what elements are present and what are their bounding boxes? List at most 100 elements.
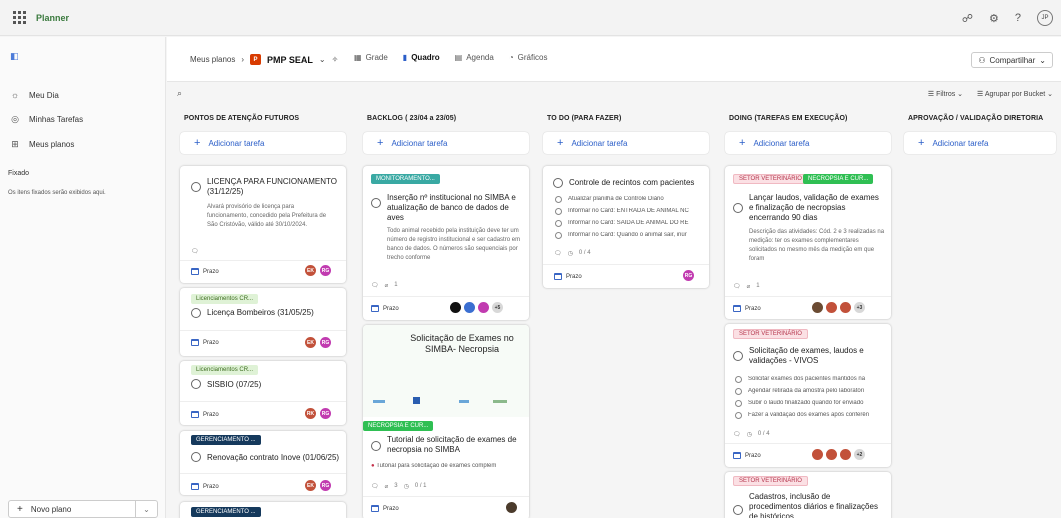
avatar[interactable] — [449, 301, 462, 314]
task-card[interactable]: GERENCIAMENTO ... Renovação contrato Ino… — [180, 431, 346, 495]
due-date[interactable]: Prazo — [554, 273, 582, 280]
add-task-button[interactable]: + Adicionar tarefa — [725, 132, 891, 154]
task-card[interactable]: Solicitação de Exames no SIMBA- Necropsi… — [363, 325, 529, 518]
task-card[interactable]: GERENCIAMENTO ... — [180, 502, 346, 518]
chevron-down-icon[interactable]: ⌄ — [135, 501, 157, 517]
avatar[interactable] — [463, 301, 476, 314]
avatar[interactable] — [477, 301, 490, 314]
tab-graficos[interactable]: ◔ Gráficos — [509, 53, 548, 62]
complete-checkbox[interactable] — [733, 505, 743, 515]
avatar[interactable] — [839, 448, 852, 461]
add-task-button[interactable]: + Adicionar tarefa — [904, 132, 1056, 154]
people-icon[interactable]: ☍ — [962, 12, 973, 25]
task-card[interactable]: Licenciamentos CR... SISBIO (07/25) Praz… — [180, 361, 346, 425]
avatar[interactable]: RG — [682, 269, 695, 282]
share-button[interactable]: ⚇ Compartilhar ⌄ — [971, 52, 1053, 68]
filters-button[interactable]: ☰ Filtros ⌄ — [928, 90, 963, 98]
complete-checkbox[interactable] — [191, 379, 201, 389]
avatar[interactable] — [811, 301, 824, 314]
due-date[interactable]: Prazo — [733, 305, 761, 312]
avatar[interactable]: EK — [304, 264, 317, 277]
group-by-button[interactable]: ☰ Agrupar por Bucket ⌄ — [977, 90, 1053, 98]
avatar[interactable]: RG — [319, 479, 332, 492]
attachment-link[interactable]: ● Tutorial para solicitação de exames co… — [371, 463, 521, 469]
task-card[interactable]: SETOR VETERINÁRIO Solicitação de exames,… — [725, 324, 891, 467]
tab-agenda[interactable]: ▤ Agenda — [455, 53, 494, 62]
user-avatar[interactable]: JP — [1037, 10, 1053, 26]
checklist-item-checkbox[interactable] — [735, 412, 742, 419]
plus-icon: + — [918, 137, 925, 149]
checklist-item-checkbox[interactable] — [555, 196, 562, 203]
checklist-item[interactable]: Atualizar planilha de Controle Diário — [568, 196, 703, 202]
more-assignees[interactable]: +2 — [853, 448, 866, 461]
tab-grade[interactable]: ▦ Grade — [354, 53, 388, 62]
checklist-item[interactable]: Informar no Card: SAÍDA DE ANIMAL DO RE — [568, 220, 703, 226]
avatar[interactable] — [839, 301, 852, 314]
pin-icon[interactable]: ✧ — [332, 55, 339, 64]
collapse-nav-icon[interactable]: ◧ — [10, 51, 19, 62]
checklist-item-checkbox[interactable] — [555, 232, 562, 239]
complete-checkbox[interactable] — [733, 203, 743, 213]
task-card[interactable]: LICENÇA PARA FUNCIONAMENTO (31/12/25) Al… — [180, 166, 346, 283]
complete-checkbox[interactable] — [733, 351, 743, 361]
avatar[interactable]: EK — [304, 336, 317, 349]
avatar[interactable] — [825, 448, 838, 461]
more-assignees[interactable]: +3 — [853, 301, 866, 314]
checklist-item-checkbox[interactable] — [735, 388, 742, 395]
due-date[interactable]: Prazo — [733, 452, 761, 459]
task-card[interactable]: SETOR VETERINÁRIO Cadastros, inclusão de… — [725, 472, 891, 518]
app-name[interactable]: Planner — [36, 13, 69, 23]
complete-checkbox[interactable] — [191, 308, 201, 318]
checklist-item-checkbox[interactable] — [555, 208, 562, 215]
nav-item-meu-dia[interactable]: ☼ Meu Dia — [10, 90, 59, 100]
due-date-label: Prazo — [203, 411, 219, 418]
nav-item-minhas-tarefas[interactable]: ◎ Minhas Tarefas — [10, 114, 83, 125]
app-launcher-icon[interactable] — [13, 10, 27, 25]
complete-checkbox[interactable] — [371, 198, 381, 208]
complete-checkbox[interactable] — [371, 441, 381, 451]
checklist-item[interactable]: Informar no Card: Quando o animal sair, … — [568, 232, 703, 238]
task-card[interactable]: Controle de recintos com pacientes Atual… — [543, 166, 709, 288]
avatar[interactable]: RG — [319, 264, 332, 277]
checklist-item[interactable]: Informar no Card: ENTRADA DE ANIMAL NC — [568, 208, 703, 214]
avatar[interactable]: RG — [319, 407, 332, 420]
avatar[interactable]: RK — [304, 407, 317, 420]
add-task-button[interactable]: + Adicionar tarefa — [363, 132, 529, 154]
complete-checkbox[interactable] — [553, 178, 563, 188]
checklist-item[interactable]: Solicitar exames dos pacientes mantidos … — [748, 376, 886, 382]
complete-checkbox[interactable] — [191, 182, 201, 192]
checklist-item-checkbox[interactable] — [735, 400, 742, 407]
add-task-button[interactable]: + Adicionar tarefa — [180, 132, 346, 154]
due-date[interactable]: Prazo — [191, 339, 219, 346]
due-date[interactable]: Prazo — [191, 268, 219, 275]
help-icon[interactable]: ? — [1015, 12, 1021, 24]
tab-quadro[interactable]: ▮ Quadro — [403, 53, 440, 62]
checklist-item[interactable]: Fazer a validação dos exames após confer… — [748, 412, 886, 418]
checklist-item-checkbox[interactable] — [555, 220, 562, 227]
avatar[interactable]: EK — [304, 479, 317, 492]
add-task-button[interactable]: + Adicionar tarefa — [543, 132, 709, 154]
search-icon[interactable]: ⌕ — [177, 88, 182, 99]
task-card[interactable]: MONITORAMENTO... Inserção nº institucion… — [363, 166, 529, 320]
chevron-down-icon[interactable]: ⌄ — [319, 55, 326, 64]
checklist-item[interactable]: Subir o laudo finalizado quando for envi… — [748, 400, 886, 406]
checklist-item[interactable]: Agendar retirada da amostra pelo laborat… — [748, 388, 886, 394]
nav-item-meus-planos[interactable]: ⊞ Meus planos — [10, 139, 74, 150]
plan-name[interactable]: PMP SEAL — [267, 55, 313, 65]
settings-icon[interactable]: ⚙ — [989, 12, 999, 25]
avatar[interactable] — [505, 501, 518, 514]
due-date[interactable]: Prazo — [191, 411, 219, 418]
breadcrumb-my-plans[interactable]: Meus planos — [190, 55, 235, 64]
due-date[interactable]: Prazo — [371, 505, 399, 512]
avatar[interactable] — [811, 448, 824, 461]
more-assignees[interactable]: +5 — [491, 301, 504, 314]
due-date[interactable]: Prazo — [191, 483, 219, 490]
complete-checkbox[interactable] — [191, 452, 201, 462]
checklist-item-checkbox[interactable] — [735, 376, 742, 383]
new-plan-button[interactable]: + Novo plano ⌄ — [8, 500, 158, 518]
task-card[interactable]: SETOR VETERINÁRIO NECROPSIA E CUR... Lan… — [725, 166, 891, 319]
avatar[interactable]: RG — [319, 336, 332, 349]
due-date[interactable]: Prazo — [371, 305, 399, 312]
task-card[interactable]: Licenciamentos CR... Licença Bombeiros (… — [180, 288, 346, 356]
avatar[interactable] — [825, 301, 838, 314]
